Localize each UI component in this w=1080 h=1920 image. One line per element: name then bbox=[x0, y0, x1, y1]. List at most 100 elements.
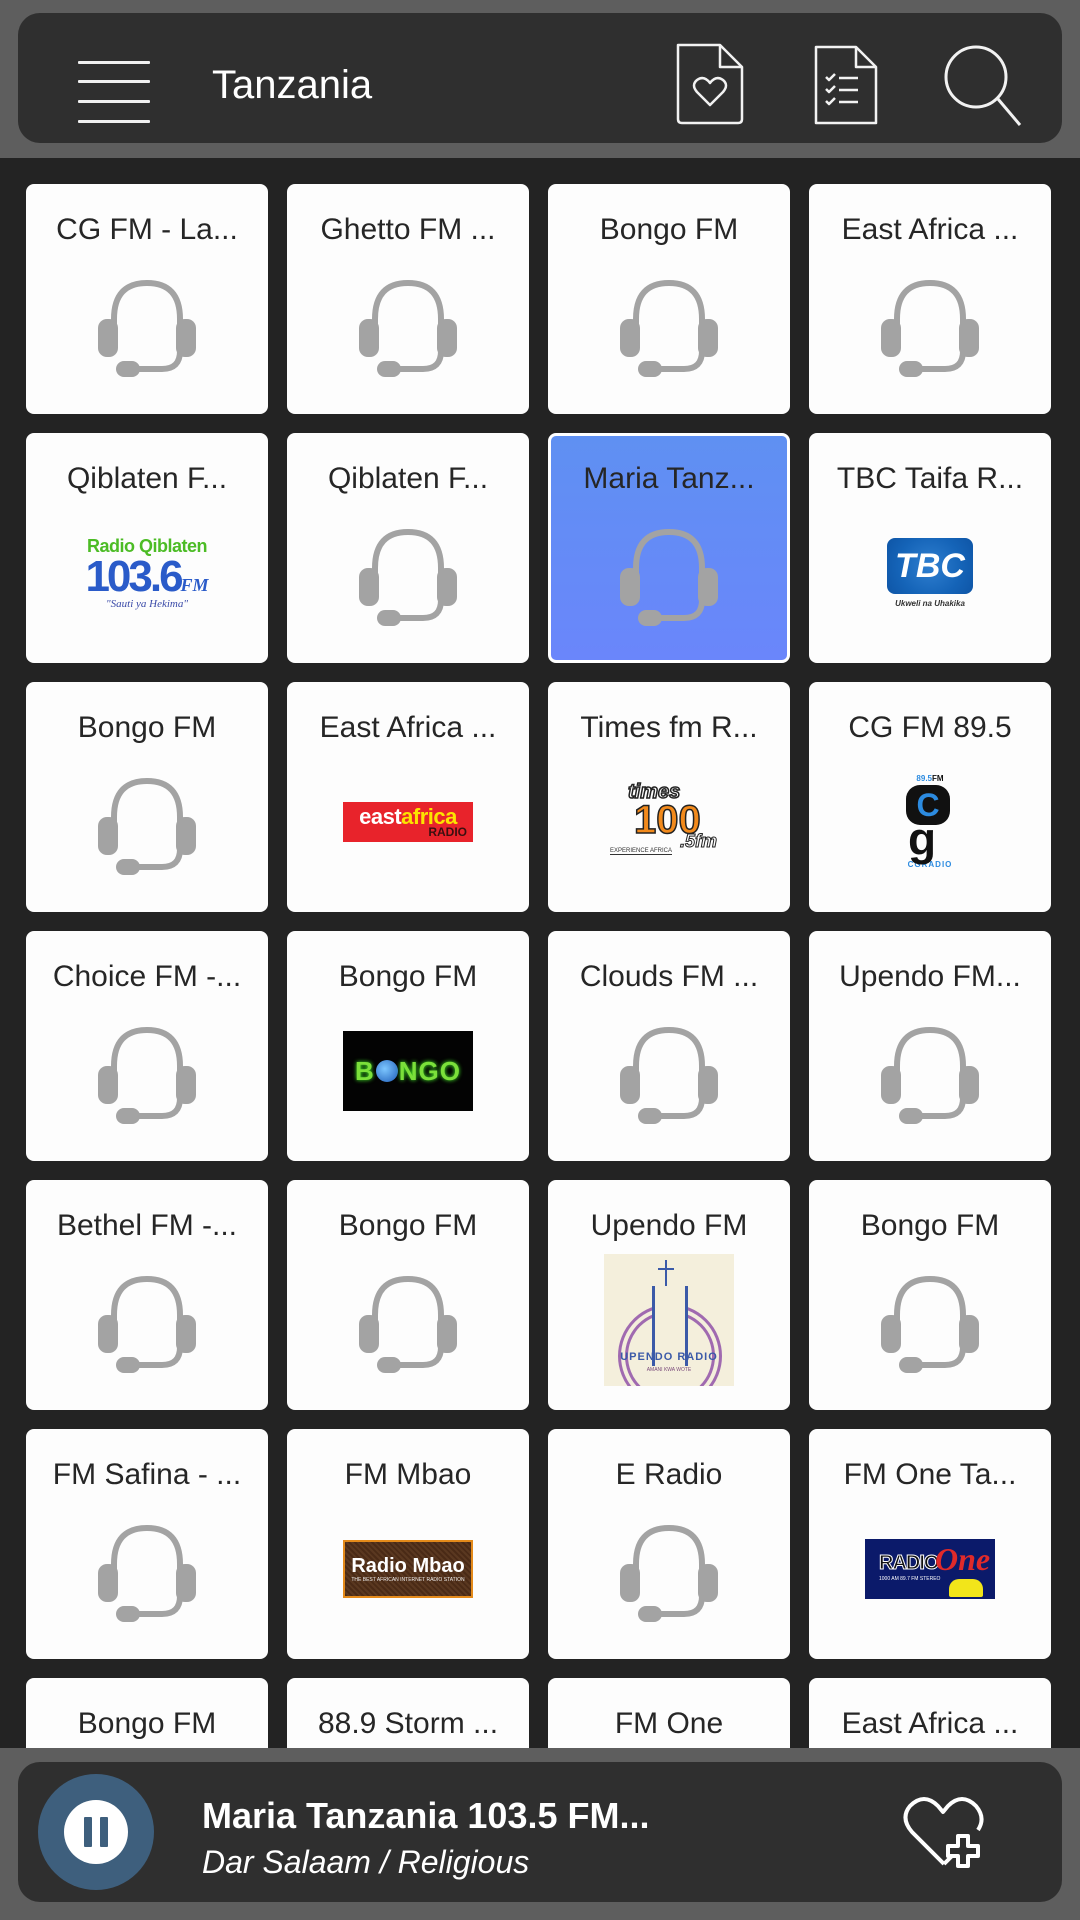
headset-icon bbox=[881, 1275, 979, 1373]
station-artwork bbox=[77, 762, 217, 882]
station-artwork bbox=[338, 264, 478, 384]
logo-text: EXPERIENCE AFRICA bbox=[610, 848, 673, 855]
headset-icon bbox=[620, 1524, 718, 1622]
station-tile[interactable]: Upendo FM UPENDO RADIO AMANI KWA WOTE bbox=[548, 1180, 790, 1410]
station-artwork bbox=[338, 513, 478, 633]
station-tile[interactable]: Qiblaten F... Radio Qiblaten 103.6FM "Sa… bbox=[26, 433, 268, 663]
station-tile[interactable]: CG FM 89.5 89.5FM C g CGRADIO bbox=[809, 682, 1051, 912]
station-logo-eastafrica: eastafrica RADIO bbox=[343, 802, 473, 842]
pause-button[interactable] bbox=[38, 1774, 154, 1890]
station-tile[interactable]: Bongo FM bbox=[26, 682, 268, 912]
headset-icon bbox=[620, 1026, 718, 1124]
station-title: Qiblaten F... bbox=[327, 462, 489, 495]
station-artwork: RADIO One 1000 AM 89.7 FM STEREO bbox=[860, 1509, 1000, 1629]
favorites-file-icon bbox=[676, 43, 744, 125]
station-title: East Africa ... bbox=[319, 711, 497, 744]
headset-icon bbox=[359, 1275, 457, 1373]
station-title: Bethel FM -... bbox=[56, 1209, 238, 1242]
headset-icon bbox=[98, 1524, 196, 1622]
logo-text: FM bbox=[932, 774, 944, 783]
pause-icon bbox=[64, 1800, 128, 1864]
station-title: CG FM 89.5 bbox=[848, 711, 1012, 744]
station-artwork: TBC Ukweli na Uhakika bbox=[860, 513, 1000, 633]
station-title: FM Mbao bbox=[344, 1458, 472, 1491]
station-tile[interactable]: Ghetto FM ... bbox=[287, 184, 529, 414]
station-tile[interactable]: Bethel FM -... bbox=[26, 1180, 268, 1410]
menu-icon-line bbox=[78, 100, 150, 103]
station-tile[interactable]: Bongo FM bbox=[26, 1678, 268, 1748]
history-list-button[interactable] bbox=[804, 39, 888, 129]
logo-text: UPENDO RADIO bbox=[620, 1351, 718, 1363]
station-tile[interactable]: FM One Ta... RADIO One 1000 AM 89.7 FM S… bbox=[809, 1429, 1051, 1659]
station-tile[interactable]: Clouds FM ... bbox=[548, 931, 790, 1161]
station-artwork bbox=[599, 513, 739, 633]
station-tile[interactable]: Times fm R... times 100 .5fm EXPERIENCE … bbox=[548, 682, 790, 912]
station-tile[interactable]: Bongo FM bbox=[809, 1180, 1051, 1410]
now-playing-bar[interactable]: Maria Tanzania 103.5 FM... Dar Salaam / … bbox=[18, 1762, 1062, 1902]
station-tile[interactable]: 88.9 Storm ... bbox=[287, 1678, 529, 1748]
station-tile[interactable]: Maria Tanz... bbox=[548, 433, 790, 663]
checklist-file-icon bbox=[814, 45, 878, 125]
station-tile[interactable]: Bongo FM B NGO bbox=[287, 931, 529, 1161]
station-logo-mbao: Radio Mbao THE BEST AFRICAN INTERNET RAD… bbox=[343, 1540, 473, 1598]
station-grid-area[interactable]: CG FM - La... Ghetto FM ... Bongo FM Eas… bbox=[0, 158, 1080, 1748]
station-tile[interactable]: FM One bbox=[548, 1678, 790, 1748]
station-tile[interactable]: E Radio bbox=[548, 1429, 790, 1659]
station-tile[interactable]: Upendo FM... bbox=[809, 931, 1051, 1161]
station-artwork bbox=[860, 1011, 1000, 1131]
menu-button[interactable] bbox=[78, 61, 150, 123]
add-favorite-button[interactable] bbox=[898, 1788, 988, 1878]
station-artwork bbox=[599, 1509, 739, 1629]
station-tile[interactable]: East Africa ... eastafrica RADIO bbox=[287, 682, 529, 912]
station-artwork: UPENDO RADIO AMANI KWA WOTE bbox=[599, 1254, 739, 1386]
station-title: Choice FM -... bbox=[52, 960, 242, 993]
logo-text: .5fm bbox=[679, 831, 718, 851]
station-artwork: 89.5FM C g CGRADIO bbox=[860, 762, 1000, 882]
logo-text: B bbox=[354, 1056, 375, 1086]
headset-icon bbox=[881, 279, 979, 377]
station-title: Upendo FM... bbox=[839, 960, 1021, 993]
station-tile[interactable]: Qiblaten F... bbox=[287, 433, 529, 663]
station-title: Bongo FM bbox=[599, 213, 739, 246]
player-area: Maria Tanzania 103.5 FM... Dar Salaam / … bbox=[0, 1748, 1080, 1920]
menu-icon-line bbox=[78, 120, 150, 123]
search-button[interactable] bbox=[940, 39, 1024, 129]
search-icon bbox=[944, 45, 1022, 126]
station-tile[interactable]: Bongo FM bbox=[287, 1180, 529, 1410]
headset-icon bbox=[881, 1026, 979, 1124]
logo-text: g bbox=[908, 813, 937, 865]
headset-icon bbox=[620, 279, 718, 377]
station-grid: CG FM - La... Ghetto FM ... Bongo FM Eas… bbox=[26, 184, 1054, 1748]
headset-icon bbox=[620, 528, 718, 626]
station-title: E Radio bbox=[615, 1458, 723, 1491]
station-tile[interactable]: CG FM - La... bbox=[26, 184, 268, 414]
station-tile[interactable]: FM Mbao Radio Mbao THE BEST AFRICAN INTE… bbox=[287, 1429, 529, 1659]
logo-text: TBC bbox=[887, 538, 973, 594]
logo-text: Radio Mbao bbox=[351, 1554, 465, 1577]
favorites-button[interactable] bbox=[668, 39, 752, 129]
station-artwork bbox=[599, 264, 739, 384]
station-logo-tbc: TBC Ukweli na Uhakika bbox=[887, 538, 973, 608]
headset-icon bbox=[359, 528, 457, 626]
now-playing-subtitle: Dar Salaam / Religious bbox=[202, 1844, 530, 1880]
station-title: Bongo FM bbox=[338, 960, 478, 993]
station-tile[interactable]: TBC Taifa R... TBC Ukweli na Uhakika bbox=[809, 433, 1051, 663]
headset-icon bbox=[98, 279, 196, 377]
station-tile[interactable]: East Africa ... bbox=[809, 184, 1051, 414]
logo-text: One bbox=[935, 1541, 991, 1577]
station-title: Upendo FM bbox=[590, 1209, 748, 1242]
station-tile[interactable]: FM Safina - ... bbox=[26, 1429, 268, 1659]
logo-text: NGO bbox=[398, 1056, 461, 1086]
station-tile[interactable]: East Africa ... bbox=[809, 1678, 1051, 1748]
station-artwork bbox=[77, 264, 217, 384]
station-title: Bongo FM bbox=[77, 711, 217, 744]
station-title: FM One bbox=[614, 1707, 724, 1740]
station-artwork: times 100 .5fm EXPERIENCE AFRICA bbox=[599, 762, 739, 882]
station-title: Bongo FM bbox=[338, 1209, 478, 1242]
station-tile[interactable]: Choice FM -... bbox=[26, 931, 268, 1161]
station-title: FM Safina - ... bbox=[52, 1458, 242, 1491]
station-tile[interactable]: Bongo FM bbox=[548, 184, 790, 414]
logo-text: Ukweli na Uhakika bbox=[895, 599, 965, 608]
station-artwork bbox=[77, 1509, 217, 1629]
station-title: Clouds FM ... bbox=[579, 960, 759, 993]
